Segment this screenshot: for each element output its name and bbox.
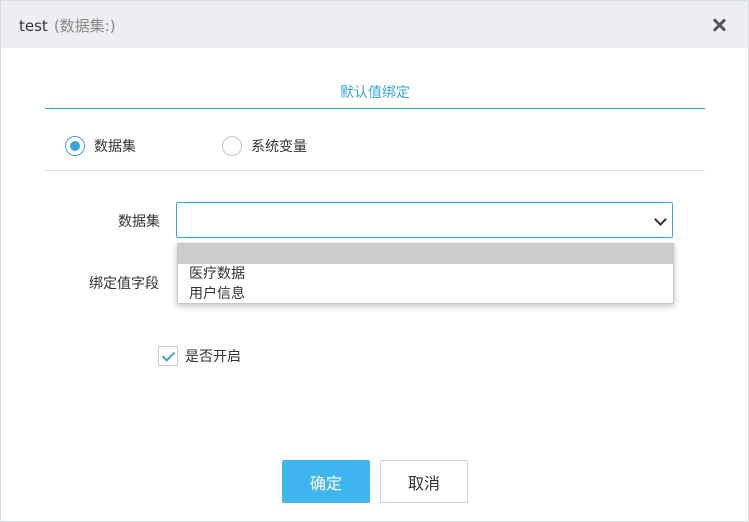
checkmark-icon	[158, 346, 178, 366]
radio-dataset-label: 数据集	[94, 139, 136, 155]
bind-field-label: 绑定值字段	[89, 276, 159, 292]
enable-checkbox-label: 是否开启	[185, 349, 241, 365]
dataset-field-label: 数据集	[118, 214, 160, 230]
dialog-title-text: test	[19, 17, 48, 35]
radio-dataset[interactable]: 数据集	[65, 136, 136, 156]
section-divider	[45, 170, 705, 171]
dataset-select[interactable]	[176, 202, 673, 238]
dropdown-option-empty[interactable]	[178, 244, 673, 264]
dropdown-option-medical-data[interactable]: 医疗数据	[178, 264, 673, 284]
cancel-button[interactable]: 取消	[380, 460, 468, 503]
enable-checkbox[interactable]: 是否开启	[158, 346, 241, 366]
dropdown-option-user-info[interactable]: 用户信息	[178, 284, 673, 304]
dialog-header: test (数据集:)	[1, 1, 748, 48]
dataset-dialog: test (数据集:) 默认值绑定 数据集 系统变量 数据集 绑定值字段 医疗数据…	[0, 0, 749, 522]
confirm-button[interactable]: 确定	[282, 460, 370, 503]
close-icon[interactable]	[709, 15, 729, 35]
radio-system-variable-label: 系统变量	[251, 139, 307, 155]
tab-underline	[45, 108, 705, 109]
chevron-down-icon	[654, 213, 667, 226]
radio-unchecked-icon	[222, 136, 242, 156]
dialog-title: test (数据集:)	[19, 15, 116, 36]
radio-system-variable[interactable]: 系统变量	[222, 136, 307, 156]
tab-default-binding[interactable]: 默认值绑定	[45, 82, 705, 102]
dataset-dropdown-list: 医疗数据 用户信息	[177, 243, 674, 304]
radio-checked-icon	[65, 136, 85, 156]
dialog-subtitle: (数据集:)	[53, 17, 116, 35]
